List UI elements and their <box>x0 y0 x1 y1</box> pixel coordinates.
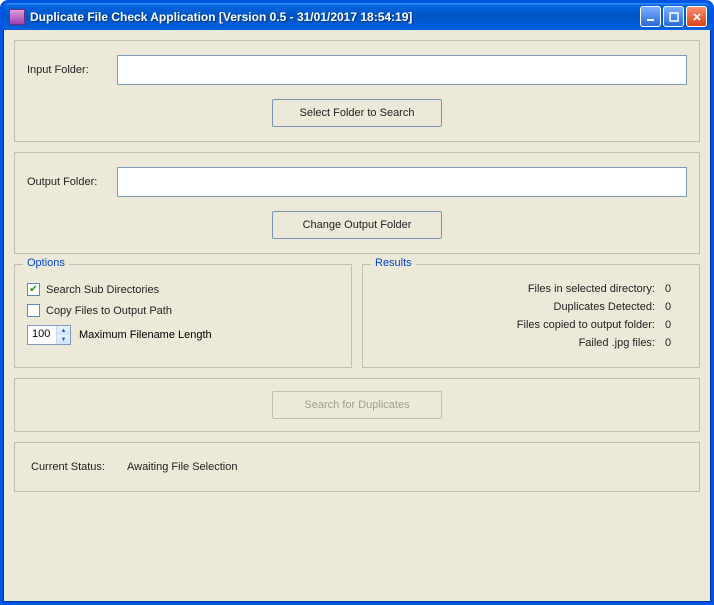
client-area: Input Folder: Select Folder to Search Ou… <box>3 30 711 602</box>
spinner-down-icon[interactable]: ▼ <box>57 335 70 344</box>
result-key: Duplicates Detected: <box>375 301 665 313</box>
results-legend: Results <box>371 257 416 269</box>
max-filename-spinner[interactable]: 100 ▲ ▼ <box>27 325 71 345</box>
output-folder-panel: Output Folder: Change Output Folder <box>14 152 700 254</box>
result-row: Files in selected directory: 0 <box>375 283 687 295</box>
results-group: Results Files in selected directory: 0 D… <box>362 264 700 368</box>
search-sub-label: Search Sub Directories <box>46 284 159 296</box>
search-sub-checkbox[interactable]: ✔ <box>27 283 40 296</box>
result-val: 0 <box>665 283 687 295</box>
spinner-up-icon[interactable]: ▲ <box>57 326 70 335</box>
options-group: Options ✔ Search Sub Directories Copy Fi… <box>14 264 352 368</box>
output-folder-field[interactable] <box>117 167 687 197</box>
close-button[interactable] <box>686 6 707 27</box>
maximize-button[interactable] <box>663 6 684 27</box>
max-filename-label: Maximum Filename Length <box>79 329 212 341</box>
result-val: 0 <box>665 319 687 331</box>
input-folder-panel: Input Folder: Select Folder to Search <box>14 40 700 142</box>
window-title: Duplicate File Check Application [Versio… <box>30 10 640 24</box>
status-value: Awaiting File Selection <box>127 461 237 473</box>
result-val: 0 <box>665 337 687 349</box>
minimize-button[interactable] <box>640 6 661 27</box>
result-row: Duplicates Detected: 0 <box>375 301 687 313</box>
select-folder-button[interactable]: Select Folder to Search <box>272 99 442 127</box>
options-legend: Options <box>23 257 69 269</box>
result-key: Files in selected directory: <box>375 283 665 295</box>
result-row: Failed .jpg files: 0 <box>375 337 687 349</box>
search-panel: Search for Duplicates <box>14 378 700 432</box>
copy-files-label: Copy Files to Output Path <box>46 305 172 317</box>
output-folder-label: Output Folder: <box>27 176 109 188</box>
status-panel: Current Status: Awaiting File Selection <box>14 442 700 492</box>
search-duplicates-button[interactable]: Search for Duplicates <box>272 391 442 419</box>
input-folder-field[interactable] <box>117 55 687 85</box>
copy-files-checkbox[interactable] <box>27 304 40 317</box>
app-icon <box>9 9 25 25</box>
result-val: 0 <box>665 301 687 313</box>
input-folder-label: Input Folder: <box>27 64 109 76</box>
status-label: Current Status: <box>31 461 105 473</box>
window-controls <box>640 6 707 27</box>
window-frame: Duplicate File Check Application [Versio… <box>0 0 714 605</box>
result-key: Files copied to output folder: <box>375 319 665 331</box>
change-output-button[interactable]: Change Output Folder <box>272 211 442 239</box>
titlebar[interactable]: Duplicate File Check Application [Versio… <box>3 3 711 30</box>
result-key: Failed .jpg files: <box>375 337 665 349</box>
result-row: Files copied to output folder: 0 <box>375 319 687 331</box>
max-filename-value[interactable]: 100 <box>28 326 56 344</box>
